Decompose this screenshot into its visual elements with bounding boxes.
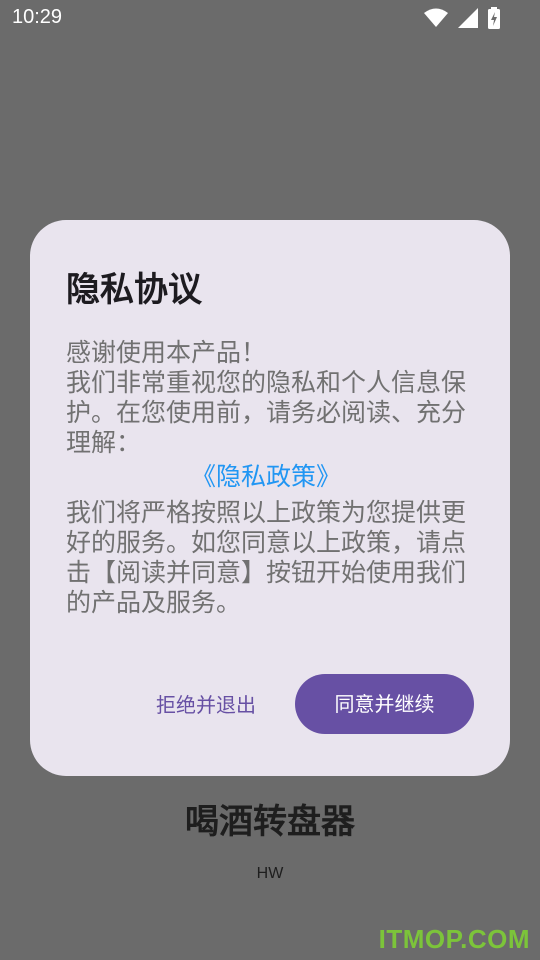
app-title: 喝酒转盘器	[185, 802, 355, 842]
dialog-body: 感谢使用本产品！ 我们非常重视您的隐私和个人信息保护。在您使用前，请务必阅读、充…	[66, 338, 466, 618]
greeting-text: 感谢使用本产品！	[66, 338, 267, 367]
battery-icon	[488, 7, 500, 29]
status-icons	[424, 7, 500, 29]
watermark: ITMOP.COM	[378, 924, 530, 954]
status-bar: 10:29	[0, 0, 540, 36]
app-subtitle: HW	[256, 865, 284, 882]
accept-button[interactable]: 同意并继续	[295, 674, 474, 734]
intro-text: 我们非常重视您的隐私和个人信息保护。在您使用前，请务必阅读、充分理解：	[66, 368, 467, 457]
privacy-policy-link[interactable]: 《隐私政策》	[66, 462, 466, 492]
decline-button[interactable]: 拒绝并退出	[156, 690, 256, 720]
status-time: 10:29	[12, 6, 63, 28]
privacy-dialog: 隐私协议 感谢使用本产品！ 我们非常重视您的隐私和个人信息保护。在您使用前，请务…	[30, 220, 510, 776]
signal-icon	[458, 8, 478, 28]
wifi-icon	[424, 8, 448, 28]
dialog-title: 隐私协议	[66, 270, 202, 310]
closing-text: 我们将严格按照以上政策为您提供更好的服务。如您同意以上政策，请点击【阅读并同意】…	[66, 498, 467, 617]
